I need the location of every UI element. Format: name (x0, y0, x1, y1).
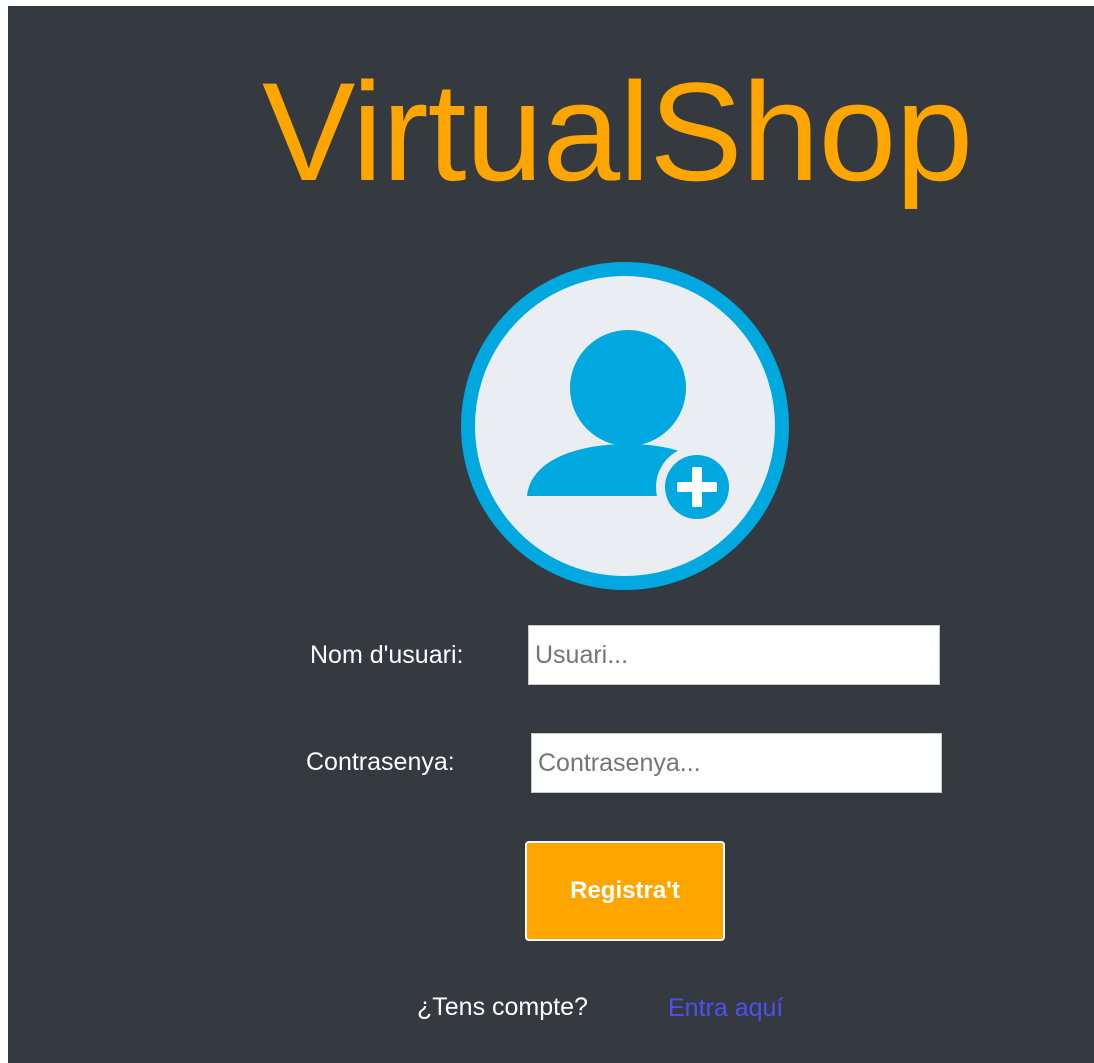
password-label: Contrasenya: (306, 748, 455, 776)
add-user-avatar (461, 262, 789, 590)
have-account-text: ¿Tens compte? (417, 993, 588, 1021)
register-button[interactable]: Registra't (525, 841, 725, 941)
login-link[interactable]: Entra aquí (668, 993, 783, 1023)
username-input[interactable] (528, 625, 940, 685)
add-user-icon (461, 262, 789, 590)
username-label: Nom d'usuari: (310, 641, 464, 669)
brand-title: VirtualShop (262, 53, 973, 210)
password-input[interactable] (531, 733, 942, 793)
